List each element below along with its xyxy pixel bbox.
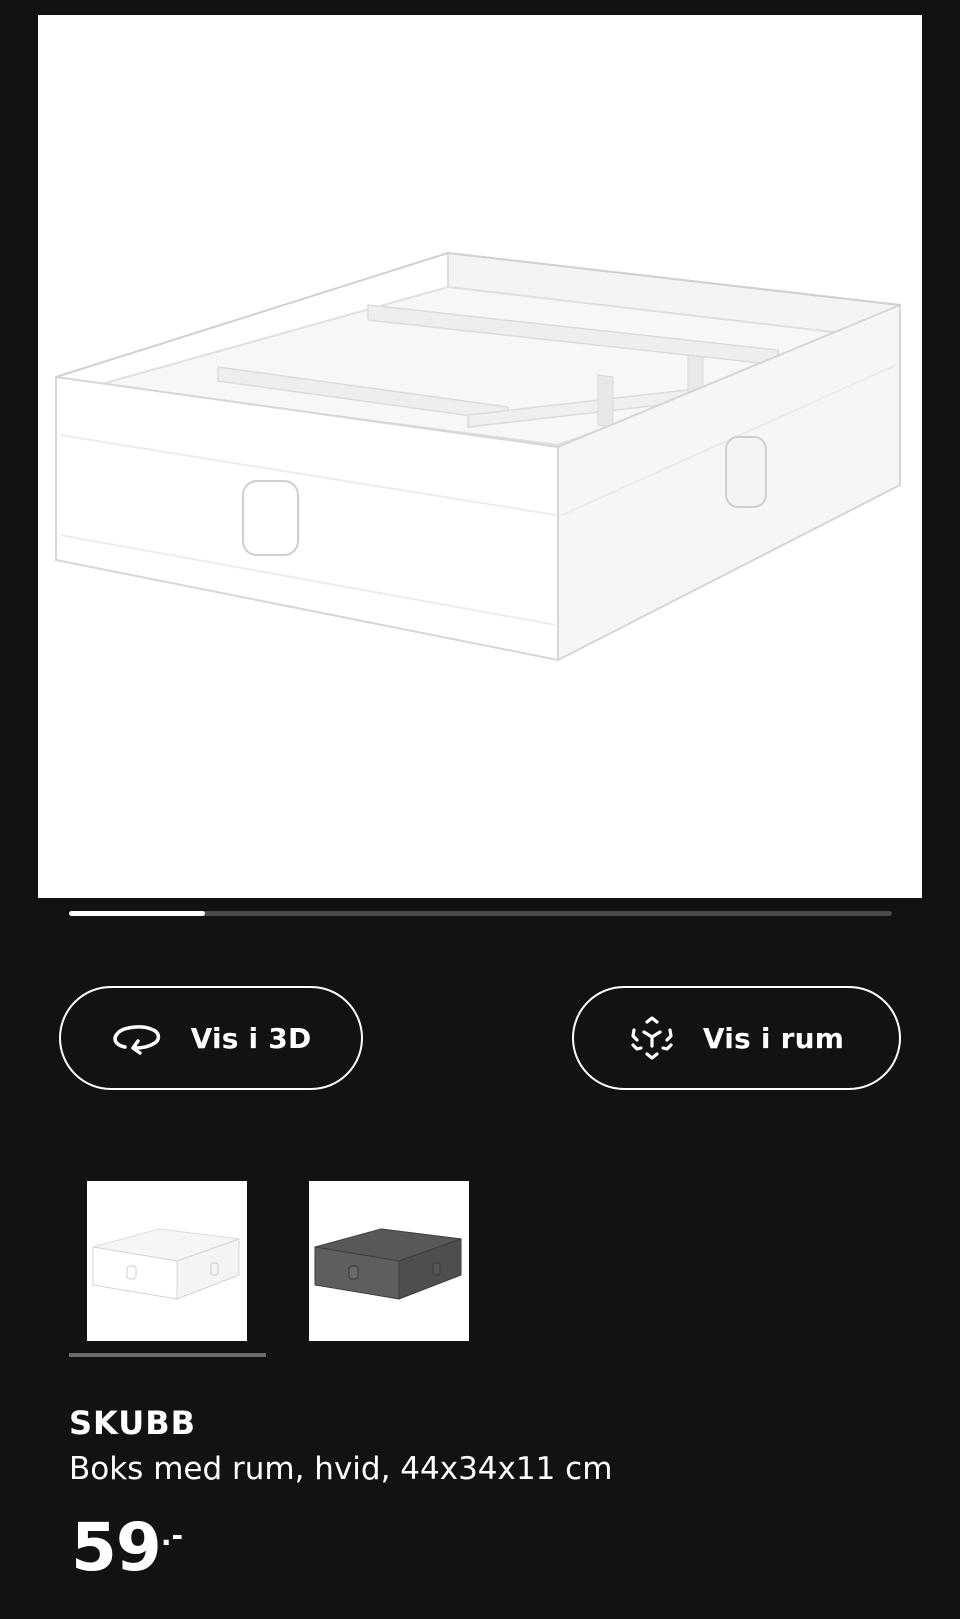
rotate-3d-icon [111,1021,163,1055]
selected-variant-indicator [69,1353,266,1357]
view-in-3d-label: Vis i 3D [190,1021,312,1055]
variant-thumbnail-dark-grey[interactable] [309,1181,469,1341]
product-main-image[interactable] [38,15,922,898]
product-name: SKUBB [69,1404,197,1442]
view-in-room-label: Vis i rum [702,1021,845,1055]
price-suffix: .- [160,1519,184,1552]
dark-grey-box-thumbnail [314,1228,462,1300]
variant-thumbnail-white[interactable] [87,1181,247,1341]
view-in-3d-button[interactable]: Vis i 3D [59,986,363,1090]
storage-box-illustration [55,251,901,662]
view-in-room-button[interactable]: Vis i rum [572,986,901,1090]
white-box-thumbnail [92,1228,240,1300]
gallery-progress-bar[interactable] [69,911,892,916]
gallery-progress-fill [69,911,205,916]
product-price: 59 .- [71,1508,183,1588]
price-value: 59 [71,1509,162,1586]
product-description: Boks med rum, hvid, 44x34x11 cm [69,1451,613,1487]
ar-cube-icon [629,1015,675,1061]
